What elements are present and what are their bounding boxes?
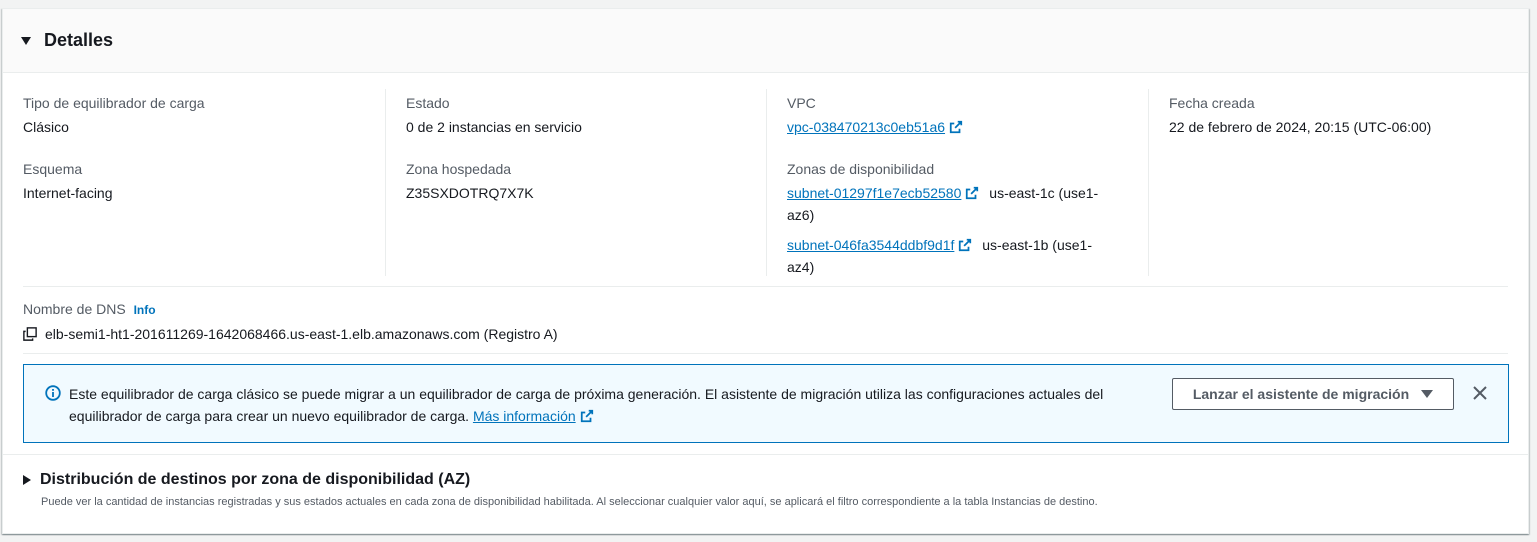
- type-value: Clásico: [23, 119, 69, 135]
- launch-migration-button[interactable]: Lanzar el asistente de migración: [1172, 378, 1454, 410]
- state-label: Estado: [406, 95, 450, 111]
- external-link-icon: [949, 120, 963, 134]
- caret-right-icon: [23, 475, 31, 485]
- divider: [23, 286, 1508, 287]
- dns-label: Nombre de DNS: [23, 301, 126, 317]
- az-item: subnet-01297f1e7ecb52580 us-east-1c (use…: [787, 182, 1127, 226]
- dns-value: elb-semi1-ht1-201611269-1642068466.us-ea…: [45, 326, 558, 342]
- column-created: Fecha creada 22 de febrero de 2024, 20:1…: [1148, 89, 1528, 276]
- info-link[interactable]: Info: [134, 303, 156, 317]
- more-info-link[interactable]: Más información: [473, 408, 576, 424]
- scheme-label: Esquema: [23, 161, 83, 177]
- subnet-link[interactable]: subnet-01297f1e7ecb52580: [787, 185, 961, 201]
- column-type: Tipo de equilibrador de carga Clásico Es…: [3, 89, 385, 276]
- dns-section: Nombre de DNS Info elb-semi1-ht1-2016112…: [23, 299, 558, 345]
- scheme-value: Internet-facing: [23, 185, 113, 201]
- launch-migration-label: Lanzar el asistente de migración: [1192, 386, 1410, 402]
- distribution-header[interactable]: Distribución de destinos por zona de dis…: [23, 471, 470, 489]
- az-id: az6): [787, 207, 815, 223]
- created-value: 22 de febrero de 2024, 20:15 (UTC-06:00): [1169, 119, 1432, 135]
- type-label: Tipo de equilibrador de carga: [23, 95, 205, 111]
- hosted-zone-label: Zona hospedada: [406, 161, 512, 177]
- external-link-icon: [966, 186, 979, 200]
- distribution-title: Distribución de destinos por zona de dis…: [40, 471, 471, 488]
- caret-down-icon: [1421, 390, 1434, 398]
- subnet-link[interactable]: subnet-046fa3544ddbf9d1f: [787, 237, 954, 253]
- info-icon: [45, 385, 61, 401]
- vpc-label: VPC: [787, 95, 816, 111]
- az-item: subnet-046fa3544ddbf9d1f us-east-1b (use…: [787, 234, 1127, 278]
- azs-label: Zonas de disponibilidad: [787, 161, 935, 177]
- az-id: az4): [787, 259, 815, 275]
- state-value: 0 de 2 instancias en servicio: [406, 119, 582, 135]
- divider: [23, 353, 1508, 354]
- details-grid: Tipo de equilibrador de carga Clásico Es…: [3, 89, 1528, 276]
- created-label: Fecha creada: [1169, 95, 1255, 111]
- external-link-icon: [959, 238, 972, 252]
- az-name: us-east-1c (use1-: [989, 185, 1099, 201]
- distribution-description: Puede ver la cantidad de instancias regi…: [41, 496, 1098, 508]
- copy-icon[interactable]: [23, 327, 37, 341]
- details-title: Detalles: [44, 30, 114, 50]
- divider: [3, 454, 1528, 455]
- column-vpc: VPC vpc-038470213c0eb51a6 Zonas de dispo…: [766, 89, 1148, 276]
- az-name: us-east-1b (use1-: [982, 237, 1092, 253]
- column-state: Estado 0 de 2 instancias en servicio Zon…: [385, 89, 767, 276]
- alert-text: Este equilibrador de carga clásico se pu…: [69, 383, 1139, 427]
- migration-alert: Este equilibrador de carga clásico se pu…: [23, 364, 1509, 443]
- details-panel: Detalles Tipo de equilibrador de carga C…: [2, 8, 1529, 534]
- details-header[interactable]: Detalles: [3, 9, 1528, 73]
- caret-down-icon: [21, 36, 31, 45]
- external-link-icon: [580, 409, 593, 423]
- hosted-zone-value: Z35SXDOTRQ7X7K: [406, 185, 534, 201]
- vpc-link[interactable]: vpc-038470213c0eb51a6: [787, 119, 945, 135]
- close-icon[interactable]: [1470, 383, 1490, 403]
